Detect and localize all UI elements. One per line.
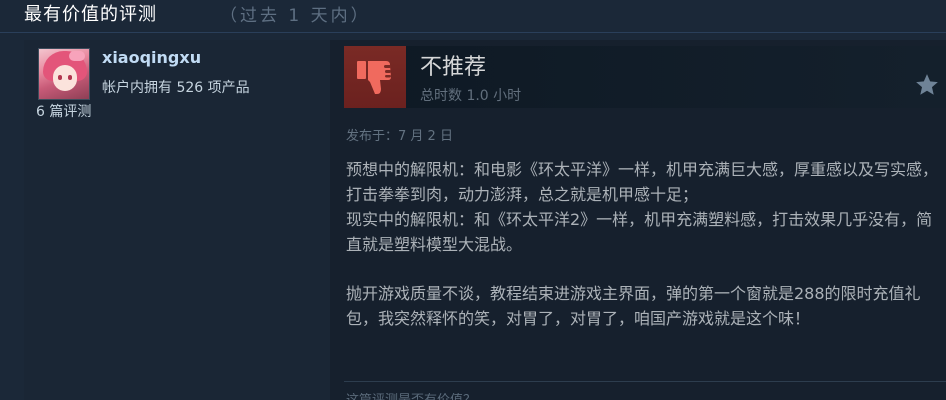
- verdict-title: 不推荐: [420, 55, 487, 80]
- thumbs-down-icon: [344, 46, 406, 108]
- review-paragraph: 预想中的解限机：和电影《环太平洋》一样，机甲充满巨大感，厚重感以及写实感，打击拳…: [346, 160, 939, 254]
- reviewer-reviews-link[interactable]: 6 篇评测: [36, 102, 91, 122]
- review-card: xiaoqingxu 帐户内拥有 526 项产品 6 篇评测 不推荐 总时数 1…: [24, 40, 946, 400]
- reviews-page: 最有价值的评测 （过去 1 天内） xiaoqingxu 帐户内拥有 526 项…: [0, 0, 946, 400]
- helpful-prompt: 这篇评测是否有价值？: [346, 393, 476, 400]
- reviewer-products-link[interactable]: 帐户内拥有 526 项产品: [102, 78, 250, 98]
- section-header: 最有价值的评测 （过去 1 天内）: [0, 0, 946, 33]
- review-content: 不推荐 总时数 1.0 小时 发布于：7 月 2 日 预想中的解限机：和电影《环…: [330, 40, 946, 400]
- divider: [344, 381, 946, 382]
- star-icon[interactable]: [914, 72, 940, 98]
- posted-date: 发布于：7 月 2 日: [346, 129, 453, 144]
- playtime-hours: 总时数 1.0 小时: [420, 88, 522, 104]
- reviewer-panel: xiaoqingxu 帐户内拥有 526 项产品 6 篇评测: [24, 40, 330, 400]
- avatar[interactable]: [38, 48, 90, 100]
- reviewer-name-link[interactable]: xiaoqingxu: [102, 47, 201, 69]
- review-paragraph: 抛开游戏质量不谈，教程结束进游戏主界面，弹的第一个窗就是288的限时充值礼包，我…: [346, 284, 921, 328]
- verdict-bar[interactable]: 不推荐 总时数 1.0 小时: [344, 46, 946, 108]
- section-range: （过去 1 天内）: [220, 6, 371, 26]
- review-body: 预想中的解限机：和电影《环太平洋》一样，机甲充满巨大感，厚重感以及写实感，打击拳…: [346, 157, 942, 331]
- section-title: 最有价值的评测: [24, 4, 157, 25]
